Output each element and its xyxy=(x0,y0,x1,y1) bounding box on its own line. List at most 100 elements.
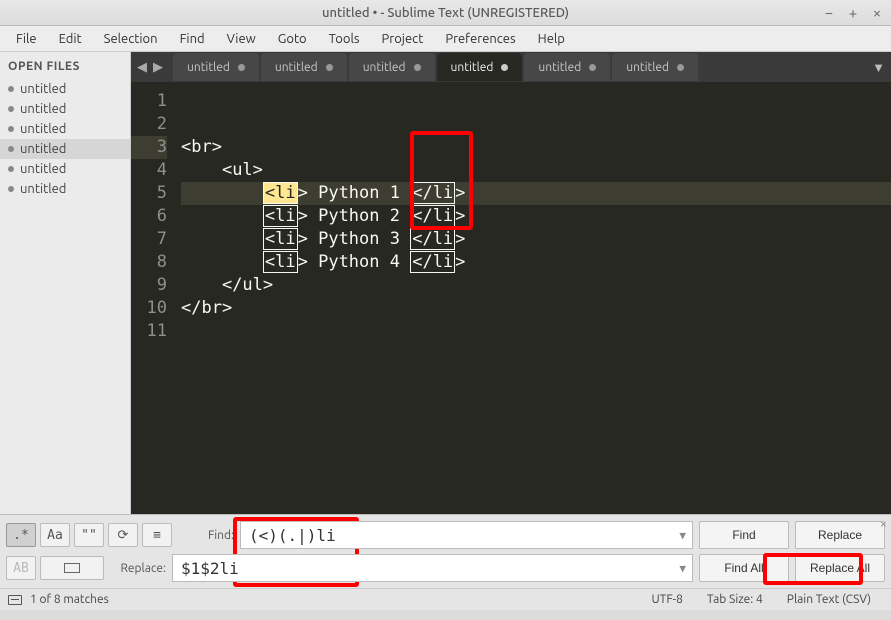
open-file-item[interactable]: untitled xyxy=(0,99,130,119)
modified-dot-icon xyxy=(238,64,245,71)
menubar: File Edit Selection Find View Goto Tools… xyxy=(0,26,891,52)
code-line[interactable] xyxy=(181,320,891,343)
tab-label: untitled xyxy=(626,61,669,74)
minimize-icon[interactable]: − xyxy=(821,4,837,21)
replace-button[interactable]: Replace xyxy=(795,521,885,549)
main-area: OPEN FILES untitled untitled untitled un… xyxy=(0,52,891,514)
menu-goto[interactable]: Goto xyxy=(268,29,317,49)
close-panel-icon[interactable]: × xyxy=(880,517,887,531)
code-line[interactable]: <li> Python 3 </li> xyxy=(181,228,891,251)
open-file-label: untitled xyxy=(20,182,66,196)
tab-item[interactable]: untitled xyxy=(261,53,347,81)
open-file-item[interactable]: untitled xyxy=(0,119,130,139)
tab-item-active[interactable]: untitled xyxy=(437,53,523,81)
code-line[interactable]: </ul> xyxy=(181,274,891,297)
modified-dot-icon xyxy=(8,146,14,152)
case-option[interactable]: Aa xyxy=(40,523,70,547)
find-input-value: (<)(.|)li xyxy=(249,526,336,545)
menu-find[interactable]: Find xyxy=(170,29,215,49)
modified-dot-icon xyxy=(677,64,684,71)
line-number: 9 xyxy=(131,274,167,297)
code-line[interactable]: <ul> xyxy=(181,159,891,182)
inselection-option[interactable]: ≡ xyxy=(142,523,172,547)
code-line[interactable]: <li> Python 2 </li> xyxy=(181,205,891,228)
replace-input[interactable]: $1$2li ▼ xyxy=(172,554,693,582)
replace-option-buttons: AB xyxy=(6,556,104,580)
line-number: 11 xyxy=(131,320,167,343)
window-controls: − + × xyxy=(821,0,885,25)
sidebar: OPEN FILES untitled untitled untitled un… xyxy=(0,52,131,514)
line-number: 1 xyxy=(131,90,167,113)
menu-preferences[interactable]: Preferences xyxy=(435,29,525,49)
code-line[interactable]: <br> xyxy=(181,136,891,159)
wrap-option[interactable]: ⟳ xyxy=(108,523,138,547)
modified-dot-icon xyxy=(8,106,14,112)
wholeword-option[interactable]: "" xyxy=(74,523,104,547)
modified-dot-icon xyxy=(501,64,508,71)
status-tabsize[interactable]: Tab Size: 4 xyxy=(695,593,775,606)
code-line[interactable] xyxy=(181,343,891,366)
menu-selection[interactable]: Selection xyxy=(94,29,168,49)
menu-view[interactable]: View xyxy=(217,29,266,49)
menu-project[interactable]: Project xyxy=(372,29,434,49)
statusbar: 1 of 8 matches UTF-8 Tab Size: 4 Plain T… xyxy=(0,588,891,610)
search-match: </li xyxy=(410,182,455,204)
line-number: 3 xyxy=(131,136,167,159)
code-area[interactable]: 1234567891011 <br> <ul> <li> Python 1 </… xyxy=(131,82,891,514)
status-syntax[interactable]: Plain Text (CSV) xyxy=(775,593,883,606)
tab-item[interactable]: untitled xyxy=(612,53,698,81)
open-file-item[interactable]: untitled xyxy=(0,79,130,99)
highlight-option[interactable]: AB xyxy=(6,556,36,580)
line-number: 6 xyxy=(131,205,167,228)
panel-switcher-icon[interactable] xyxy=(8,595,22,605)
search-match: <li xyxy=(263,251,298,273)
tab-overflow-icon[interactable]: ▼ xyxy=(872,60,885,75)
modified-dot-icon xyxy=(326,64,333,71)
editor-area: ◀ ▶ untitled untitled untitled untitled … xyxy=(131,52,891,514)
open-file-item[interactable]: untitled xyxy=(0,139,130,159)
history-dropdown-icon[interactable]: ▼ xyxy=(679,562,686,575)
tab-item[interactable]: untitled xyxy=(524,53,610,81)
find-all-button[interactable]: Find All xyxy=(699,554,789,582)
maximize-icon[interactable]: + xyxy=(845,4,861,21)
status-encoding[interactable]: UTF-8 xyxy=(639,593,694,606)
line-number: 2 xyxy=(131,113,167,136)
open-file-label: untitled xyxy=(20,162,66,176)
modified-dot-icon xyxy=(414,64,421,71)
replace-label: Replace: xyxy=(110,562,166,575)
modified-dot-icon xyxy=(8,86,14,92)
menu-tools[interactable]: Tools xyxy=(319,29,370,49)
tab-item[interactable]: untitled xyxy=(349,53,435,81)
tab-prev-icon[interactable]: ◀ xyxy=(135,60,149,75)
regex-option[interactable]: .* xyxy=(6,523,36,547)
search-match: <li xyxy=(263,205,298,227)
menu-help[interactable]: Help xyxy=(528,29,575,49)
code-line[interactable]: <li> Python 4 </li> xyxy=(181,251,891,274)
open-file-item[interactable]: untitled xyxy=(0,159,130,179)
tab-label: untitled xyxy=(538,61,581,74)
search-replace-panel: × .* Aa "" ⟳ ≡ Find: (<)(.|)li ▼ Find Re… xyxy=(0,514,891,588)
history-dropdown-icon[interactable]: ▼ xyxy=(679,529,686,542)
search-match: <li xyxy=(263,182,298,204)
replace-input-value: $1$2li xyxy=(181,559,239,578)
replace-all-button[interactable]: Replace All xyxy=(795,554,885,582)
menu-edit[interactable]: Edit xyxy=(49,29,92,49)
tabstrip: ◀ ▶ untitled untitled untitled untitled … xyxy=(131,52,891,82)
line-number: 5 xyxy=(131,182,167,205)
find-input[interactable]: (<)(.|)li ▼ xyxy=(240,521,693,549)
code[interactable]: <br> <ul> <li> Python 1 </li> <li> Pytho… xyxy=(175,82,891,514)
menu-file[interactable]: File xyxy=(6,29,47,49)
preservecase-option[interactable] xyxy=(40,556,104,580)
code-line[interactable]: <li> Python 1 </li> xyxy=(181,182,891,205)
line-number: 7 xyxy=(131,228,167,251)
tab-next-icon[interactable]: ▶ xyxy=(151,60,165,75)
modified-dot-icon xyxy=(8,166,14,172)
tab-nav: ◀ ▶ xyxy=(135,60,165,75)
close-icon[interactable]: × xyxy=(869,4,885,21)
open-file-label: untitled xyxy=(20,142,66,156)
code-line[interactable]: </br> xyxy=(181,297,891,320)
find-button[interactable]: Find xyxy=(699,521,789,549)
open-file-item[interactable]: untitled xyxy=(0,179,130,199)
code-line[interactable] xyxy=(181,366,891,389)
tab-item[interactable]: untitled xyxy=(173,53,259,81)
